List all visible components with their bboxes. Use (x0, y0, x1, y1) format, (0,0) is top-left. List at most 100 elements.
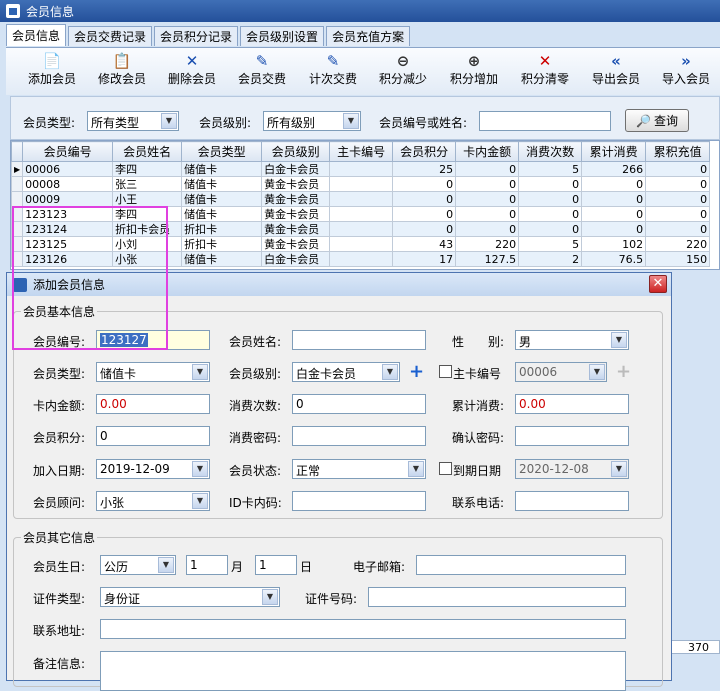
count-payment-button[interactable]: ✎ 计次交费 (309, 52, 357, 87)
points-increase-button[interactable]: ⊕ 积分增加 (450, 52, 498, 87)
chevron-down-icon: ▼ (343, 113, 359, 129)
table-cell: 0 (455, 176, 520, 192)
delete-member-button[interactable]: ✕ 删除会员 (168, 52, 216, 87)
main-card-checkbox[interactable] (439, 365, 452, 378)
export-members-button[interactable]: «导出会员 (592, 52, 640, 87)
confirm-password-input[interactable] (515, 426, 629, 446)
count-input[interactable]: 0 (292, 394, 426, 414)
expire-date-label: 到期日期 (453, 464, 502, 478)
points-input[interactable]: 0 (96, 426, 210, 446)
notes-textarea[interactable] (100, 651, 626, 691)
chevron-down-icon: ▼ (382, 364, 398, 380)
query-button[interactable]: 🔎 查询 (625, 109, 689, 132)
close-button[interactable]: ✕ (649, 275, 667, 293)
tab-payment-records[interactable]: 会员交费记录 (68, 26, 153, 46)
member-type-select[interactable]: 储值卡 ▼ (96, 362, 210, 382)
chevron-down-icon: ▼ (161, 113, 177, 129)
email-input[interactable] (416, 555, 626, 575)
member-name-input[interactable] (292, 330, 426, 350)
chevron-down-icon: ▼ (192, 493, 208, 509)
chevron-down-icon: ▼ (262, 589, 278, 605)
total-recharge-value: 370 (668, 640, 720, 654)
tab-points-records[interactable]: 会员积分记录 (154, 26, 239, 46)
cert-number-input[interactable] (368, 587, 626, 607)
id-card-input[interactable] (292, 491, 426, 511)
member-level-select[interactable]: 白金卡会员 ▼ (292, 362, 400, 382)
address-input[interactable] (100, 619, 626, 639)
add-level-plus-icon[interactable]: + (409, 363, 424, 381)
tab-level-settings[interactable]: 会员级别设置 (240, 26, 325, 46)
chevron-down-icon: ▼ (158, 557, 174, 573)
table-cell: 0 (581, 221, 647, 237)
table-cell: 76.5 (581, 251, 647, 267)
column-header[interactable]: 会员级别 (261, 141, 331, 162)
tab-member-info[interactable]: 会员信息 (6, 24, 67, 46)
table-row[interactable]: ▶ 00006 李四 储值卡 白金卡会员 25 0 5 266 0 (10, 161, 711, 177)
expire-date-picker[interactable]: 2020-12-08 ▼ (515, 459, 629, 479)
calendar-type-select[interactable]: 公历 ▼ (100, 555, 176, 575)
points-clear-button[interactable]: ✕ 积分清零 (521, 52, 569, 87)
table-row[interactable]: 123126 小张 储值卡 白金卡会员 17 127.5 2 76.5 150 (10, 251, 711, 267)
table-row[interactable]: 123123 李四 储值卡 黄金卡会员 0 0 0 0 0 (10, 206, 711, 222)
gender-select[interactable]: 男 ▼ (515, 330, 629, 350)
import-members-button[interactable]: » 导入会员 (662, 52, 710, 87)
column-header[interactable]: 消费次数 (518, 141, 583, 162)
column-header[interactable]: 会员编号 (22, 141, 114, 162)
column-header[interactable]: 卡内金额 (455, 141, 520, 162)
status-select[interactable]: 正常 ▼ (292, 459, 426, 479)
table-cell: 150 (645, 251, 711, 267)
filter-id-input[interactable] (479, 111, 611, 131)
table-cell: 0 (645, 161, 711, 177)
table-cell: 黄金卡会员 (261, 206, 331, 222)
clipboard-icon: 📋 (112, 52, 132, 70)
total-spent-input[interactable]: 0.00 (515, 394, 629, 414)
column-header[interactable]: 累积充值 (645, 141, 711, 162)
row-indicator-header (10, 141, 24, 162)
table-cell: 储值卡 (181, 206, 263, 222)
filter-level-select[interactable]: 所有级别 ▼ (263, 111, 361, 131)
table-row[interactable]: 00008 张三 储值卡 黄金卡会员 0 0 0 0 0 (10, 176, 711, 192)
member-payment-button[interactable]: ✎ 会员交费 (238, 52, 286, 87)
table-cell: 00006 (22, 161, 114, 177)
balance-input[interactable]: 0.00 (96, 394, 210, 414)
tab-recharge-plans[interactable]: 会员充值方案 (326, 26, 411, 46)
advisor-select[interactable]: 小张 ▼ (96, 491, 210, 511)
table-cell: 黄金卡会员 (261, 176, 331, 192)
filter-type-select[interactable]: 所有类型 ▼ (87, 111, 179, 131)
table-cell: 0 (581, 191, 647, 207)
table-cell: 0 (518, 176, 583, 192)
column-header[interactable]: 会员姓名 (112, 141, 183, 162)
table-cell: 0 (392, 191, 457, 207)
table-cell: 2 (518, 251, 583, 267)
points-decrease-button[interactable]: ⊖ 积分减少 (379, 52, 427, 87)
birth-month-input[interactable]: 1 (186, 555, 228, 575)
row-indicator (10, 176, 24, 192)
current-row-arrow-icon: ▶ (10, 161, 24, 177)
table-cell (329, 206, 394, 222)
column-header[interactable]: 会员积分 (392, 141, 457, 162)
phone-input[interactable] (515, 491, 629, 511)
expire-date-checkbox[interactable] (439, 462, 452, 475)
member-id-input[interactable]: 123127 (96, 330, 210, 350)
column-header[interactable]: 累计消费 (581, 141, 647, 162)
table-cell: 5 (518, 161, 583, 177)
chevron-down-icon: ▼ (192, 461, 208, 477)
table-row[interactable]: 123124 折扣卡会员 折扣卡 黄金卡会员 0 0 0 0 0 (10, 221, 711, 237)
filter-id-label: 会员编号或姓名: (379, 116, 468, 130)
column-header[interactable]: 会员类型 (181, 141, 263, 162)
zoom-out-icon: ⊖ (396, 52, 410, 70)
birth-day-input[interactable]: 1 (255, 555, 297, 575)
column-header[interactable]: 主卡编号 (329, 141, 394, 162)
join-date-picker[interactable]: 2019-12-09 ▼ (96, 459, 210, 479)
table-cell: 17 (392, 251, 457, 267)
password-input[interactable] (292, 426, 426, 446)
add-member-button[interactable]: 📄 添加会员 (28, 52, 76, 87)
other-info-title: 会员其它信息 (21, 529, 98, 546)
table-row[interactable]: 00009 小王 储值卡 黄金卡会员 0 0 0 0 0 (10, 191, 711, 207)
table-cell: 储值卡 (181, 161, 263, 177)
main-card-select[interactable]: 00006 ▼ (515, 362, 607, 382)
table-cell: 0 (581, 176, 647, 192)
cert-type-select[interactable]: 身份证 ▼ (100, 587, 280, 607)
table-row[interactable]: 123125 小刘 折扣卡 黄金卡会员 43 220 5 102 220 (10, 236, 711, 252)
edit-member-button[interactable]: 📋 修改会员 (98, 52, 146, 87)
